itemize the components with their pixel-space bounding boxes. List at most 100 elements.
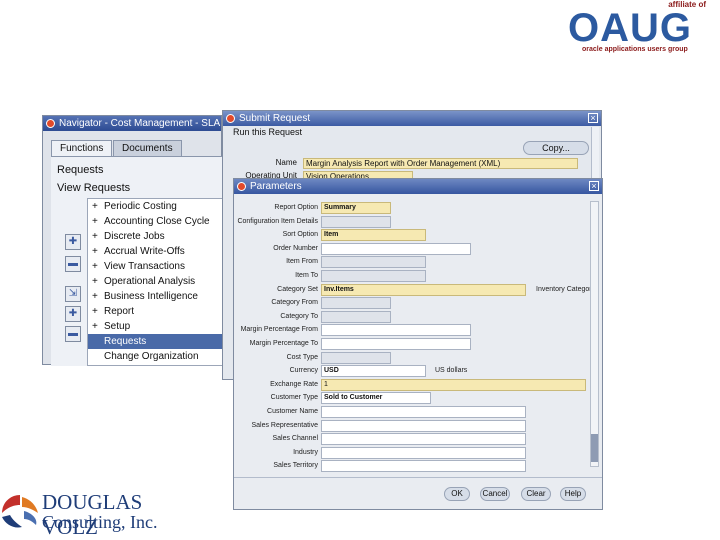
list-item[interactable]: + Setup [88,319,222,334]
expand-marker[interactable]: + [92,199,104,214]
expand-marker[interactable]: + [92,319,104,334]
parameter-field[interactable] [321,351,391,364]
parameter-row: Sort Option Item [234,228,594,242]
parameter-field[interactable] [321,242,471,255]
tab-documents[interactable]: Documents [113,140,182,156]
list-item[interactable]: + Accounting Close Cycle [88,214,222,229]
close-icon[interactable]: × [588,113,598,123]
parameter-field[interactable] [321,310,391,323]
name-field[interactable]: Margin Analysis Report with Order Manage… [303,158,578,169]
expand-all-icon[interactable]: ✚ [65,306,81,322]
parameter-label: Sort Option [282,231,318,239]
expand-marker[interactable]: + [92,304,104,319]
parameter-row: Sales Channel [234,432,594,446]
navigator-title: Navigator - Cost Management - SLA Vis [59,118,221,129]
expand-marker[interactable]: + [92,244,104,259]
expand-marker[interactable]: + [92,274,104,289]
collapse-all-icon[interactable]: ▬ [65,326,81,342]
parameter-row: Margin Percentage From [234,323,594,337]
parameter-label: Margin Percentage To [249,340,318,347]
cancel-button[interactable]: Cancel [480,487,510,501]
parameter-row: Sales Territory [234,459,594,473]
expand-marker[interactable]: + [92,229,104,244]
close-icon[interactable]: × [589,181,599,191]
parameter-field[interactable] [321,460,526,473]
expand-marker[interactable]: + [92,214,104,229]
scrollbar-thumb[interactable] [591,434,598,462]
parameter-label: Report Option [274,204,318,211]
tab-functions[interactable]: Functions [51,140,113,156]
parameter-field[interactable] [321,256,426,269]
copy-button[interactable]: Copy... [523,141,589,155]
parameter-label: Item To [295,272,318,279]
parameter-field[interactable] [321,324,471,337]
parameter-field[interactable]: Item [321,229,426,242]
list-item-label: Accrual Write-Offs [104,246,185,257]
parameter-field[interactable]: Sold to Customer [321,392,431,405]
oaug-logo: affiliate of OAUG oracle applications us… [562,0,712,56]
list-item[interactable]: + Operational Analysis [88,274,222,289]
navigator-titlebar[interactable]: Navigator - Cost Management - SLA Vis [43,116,221,131]
expand-icon[interactable]: ✚ [65,234,81,250]
parameters-button-bar: OK Cancel Clear Help [234,477,602,509]
list-item[interactable]: Requests [88,334,222,349]
list-item[interactable]: + Business Intelligence [88,289,222,304]
parameter-field[interactable]: Inv.Items [321,283,526,296]
parameters-title: Parameters [250,181,302,192]
parameter-field[interactable] [321,215,391,228]
parameter-label: Currency [289,367,318,375]
parameter-row: Category To [234,310,594,323]
parameter-field[interactable] [321,419,526,432]
list-item-label: Change Organization [104,351,199,362]
submit-request-titlebar[interactable]: Submit Request × [223,111,601,126]
top-item-requests[interactable]: Requests [57,164,103,176]
submit-request-title: Submit Request [239,113,311,124]
list-item-label: Accounting Close Cycle [104,216,210,227]
parameter-field[interactable] [321,297,391,310]
list-item-label: Requests [104,336,147,347]
expand-marker[interactable]: + [92,259,104,274]
douglas-volz-logo: DOUGLAS VOLZ Consulting, Inc. [0,485,200,539]
help-button[interactable]: Help [560,487,586,501]
parameter-field[interactable] [321,338,471,350]
parameter-field[interactable] [321,446,526,459]
parameter-row: Industry [234,446,594,459]
oracle-window-icon [226,114,235,123]
list-item[interactable]: + Discrete Jobs [88,229,222,244]
parameter-field[interactable]: 1 [321,378,586,391]
list-item-label: Discrete Jobs [104,231,165,242]
parameter-row: Item To [234,269,594,282]
navigator-window: Navigator - Cost Management - SLA Vis Fu… [42,115,223,366]
list-item-label: Periodic Costing [104,201,177,212]
parameter-field[interactable]: Summary [321,202,391,214]
parameter-field[interactable] [321,270,426,282]
name-row: Name Margin Analysis Report with Order M… [223,158,593,170]
parameter-field[interactable]: USD [321,365,426,378]
parameter-label: Cost Type [286,353,318,361]
parameter-label: Customer Name [267,408,318,415]
parameters-titlebar[interactable]: Parameters × [234,179,602,194]
expand-branch-icon[interactable]: ⇲ [65,286,81,302]
list-item[interactable]: + View Transactions [88,259,222,274]
ok-button[interactable]: OK [444,487,470,501]
expand-marker[interactable]: + [92,289,104,304]
currency-description: US dollars [435,367,468,374]
collapse-icon[interactable]: ▬ [65,256,81,272]
list-item[interactable]: + Accrual Write-Offs [88,244,222,259]
top-item-view-requests[interactable]: View Requests [57,182,130,194]
parameter-row: Item From [234,255,594,269]
parameter-row: Margin Percentage To [234,337,594,350]
clear-button[interactable]: Clear [521,487,551,501]
parameter-row: Order Number [234,242,594,255]
parameters-scrollbar[interactable] [590,201,599,467]
parameter-row: Configuration Item Details [234,215,594,228]
dv-logo-mark-icon [2,495,38,528]
list-item[interactable]: + Periodic Costing [88,199,222,214]
parameter-label: Industry [293,448,318,456]
parameter-field[interactable] [321,433,526,446]
function-list: + Periodic Costing + Accounting Close Cycle… [87,198,223,366]
parameter-field[interactable] [321,406,526,418]
dv-subtitle: Consulting, Inc. [42,512,158,532]
list-item[interactable]: + Report [88,304,222,319]
list-item[interactable]: Change Organization [88,349,222,364]
